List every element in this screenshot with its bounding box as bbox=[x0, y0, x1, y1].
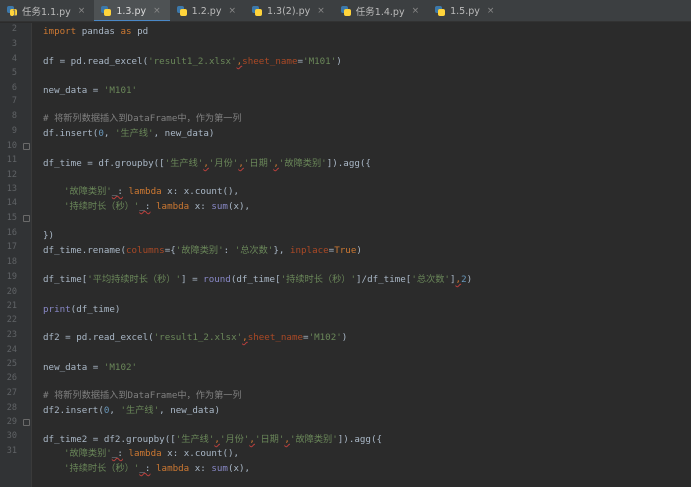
code-line-26: # 将新列数据插入到DataFrame中，作为第一列 bbox=[43, 390, 242, 401]
line-number: 19 bbox=[6, 272, 17, 282]
code-line-13: '持续时长（秒）'_: lambda x: sum(x), bbox=[64, 201, 251, 212]
line-number: 16 bbox=[6, 228, 17, 238]
close-tab-icon[interactable]: × bbox=[228, 6, 236, 16]
line-number: 3 bbox=[11, 39, 17, 49]
line-number: 13 bbox=[6, 184, 17, 194]
code-line-1: import pandas as pd bbox=[43, 26, 149, 37]
line-number: 26 bbox=[6, 373, 17, 383]
editor-tab[interactable]: 任务1.4.py × bbox=[334, 0, 428, 21]
editor-tab[interactable]: 1.5.py × bbox=[428, 0, 503, 21]
editor-tab[interactable]: 1.3.py × bbox=[94, 0, 170, 21]
code-line-15: }) bbox=[43, 230, 55, 241]
line-number: 17 bbox=[6, 242, 17, 252]
line-number: 2 bbox=[11, 24, 17, 34]
tab-label: 1.2.py bbox=[191, 5, 222, 17]
code-line-7: # 将新列数据插入到DataFrame中，作为第一列 bbox=[43, 113, 242, 124]
line-number: 15 bbox=[6, 213, 17, 223]
code-line-30: '故障类别'_: lambda x: x.count(), bbox=[64, 448, 240, 459]
close-tab-icon[interactable]: × bbox=[487, 6, 495, 16]
fold-marker-icon[interactable] bbox=[23, 215, 30, 222]
editor-tab-bar: 任务1.1.py × 1.3.py × 1.2.py × 1.3(2).py × 任务1.4.p… bbox=[0, 0, 691, 22]
code-line-16: df_time.rename(columns={'故障类别': '总次数'}, … bbox=[43, 245, 362, 256]
line-number: 1 bbox=[11, 9, 17, 19]
tab-label: 1.3(2).py bbox=[266, 5, 311, 17]
line-number-gutter: 1 2 3 4 5 6 7 8 9 10 11 12 13 14 15 16 17 18 19 20 21 22 23 24 2… bbox=[0, 9, 32, 487]
line-number: 24 bbox=[6, 345, 17, 355]
line-number: 14 bbox=[6, 198, 17, 208]
line-number: 10 bbox=[6, 141, 17, 151]
python-file-icon bbox=[251, 6, 262, 16]
line-number: 8 bbox=[11, 111, 17, 121]
fold-marker-icon[interactable] bbox=[23, 419, 30, 426]
line-number: 7 bbox=[11, 96, 17, 106]
python-file-icon bbox=[435, 6, 446, 16]
code-line-5: new_data = 'M101' bbox=[43, 85, 138, 96]
editor-tab[interactable]: 1.3(2).py × bbox=[245, 0, 334, 21]
python-file-icon bbox=[176, 6, 187, 16]
line-number: 18 bbox=[6, 257, 17, 267]
close-tab-icon[interactable]: × bbox=[412, 6, 420, 16]
line-number: 5 bbox=[11, 68, 17, 78]
line-number: 20 bbox=[6, 287, 17, 297]
line-number: 28 bbox=[6, 403, 17, 413]
line-number: 11 bbox=[6, 155, 17, 165]
line-number: 23 bbox=[6, 330, 17, 340]
close-tab-icon[interactable]: × bbox=[153, 6, 161, 16]
line-number: 27 bbox=[6, 388, 17, 398]
line-number: 30 bbox=[6, 431, 17, 441]
code-line-24: new_data = 'M102' bbox=[43, 362, 138, 373]
line-number: 25 bbox=[6, 359, 17, 369]
code-line-3: df = pd.read_excel('result1_2.xlsx',shee… bbox=[43, 56, 342, 67]
code-line-20: print(df_time) bbox=[43, 304, 121, 315]
line-number: 21 bbox=[6, 301, 17, 311]
line-number: 22 bbox=[6, 315, 17, 325]
code-line-22: df2 = pd.read_excel('result1_2.xlsx',she… bbox=[43, 332, 348, 343]
editor-tab[interactable]: 1.2.py × bbox=[170, 0, 245, 21]
code-line-12: '故障类别'_: lambda x: x.count(), bbox=[64, 186, 240, 197]
line-number: 12 bbox=[6, 170, 17, 180]
close-tab-icon[interactable]: × bbox=[78, 6, 86, 16]
line-number: 9 bbox=[11, 126, 17, 136]
tab-label: 1.3.py bbox=[116, 5, 147, 17]
line-number: 4 bbox=[11, 54, 17, 64]
code-line-31: '持续时长（秒）'_: lambda x: sum(x), bbox=[64, 463, 251, 474]
close-tab-icon[interactable]: × bbox=[317, 6, 325, 16]
line-number: 31 bbox=[6, 446, 17, 456]
code-line-29: df_time2 = df2.groupby(['生产线','月份','日期',… bbox=[43, 434, 383, 445]
line-number: 29 bbox=[6, 417, 17, 427]
tab-label: 任务1.1.py bbox=[22, 7, 71, 18]
code-line-8: df.insert(0, '生产线', new_data) bbox=[43, 128, 215, 139]
code-editor[interactable]: import pandas as pd df = pd.read_excel('… bbox=[33, 23, 691, 487]
fold-marker-icon[interactable] bbox=[23, 143, 30, 150]
python-file-icon bbox=[340, 6, 351, 16]
python-file-icon bbox=[101, 6, 112, 16]
tab-label: 1.5.py bbox=[450, 5, 480, 17]
code-line-27: df2.insert(0, '生产线', new_data) bbox=[43, 405, 220, 416]
code-line-10: df_time = df.groupby(['生产线','月份','日期','故… bbox=[43, 158, 371, 169]
line-number: 6 bbox=[11, 83, 17, 93]
tab-label: 任务1.4.py bbox=[355, 7, 405, 18]
code-line-18: df_time['平均持续时长（秒）'] = round(df_time['持续… bbox=[43, 274, 473, 285]
